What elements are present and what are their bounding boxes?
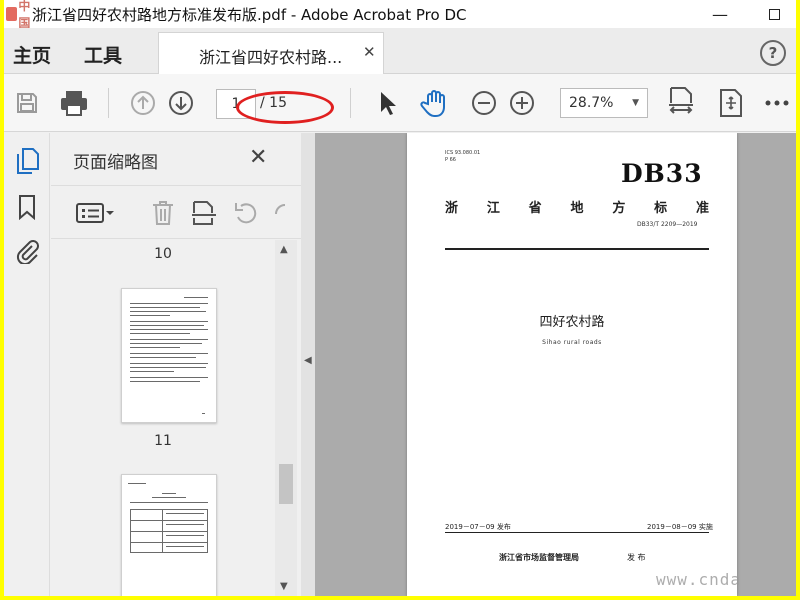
implement-date: 2019－08－09 实施 bbox=[647, 523, 713, 531]
select-pointer-icon[interactable] bbox=[374, 88, 400, 118]
heading-char: 地 bbox=[570, 201, 584, 216]
document-title-english: Sihao rural roads bbox=[542, 339, 602, 346]
db-code: DB33 bbox=[621, 159, 703, 188]
thumbnails-panel: 页面缩略图 ✕ 10 11 ▲ ▼ bbox=[51, 133, 301, 596]
page-thumbnails-icon[interactable] bbox=[14, 147, 40, 175]
scroll-mode-icon[interactable] bbox=[716, 88, 746, 118]
toolbar-separator bbox=[108, 88, 109, 118]
toolbar: 1 / 15 28.7% ▼ bbox=[4, 74, 796, 132]
thumbnail-toolbar bbox=[51, 185, 301, 239]
tab-tools[interactable]: 工具 bbox=[84, 41, 122, 68]
fit-page-icon[interactable] bbox=[666, 87, 696, 118]
document-title: 四好农村路 bbox=[539, 315, 605, 330]
issue-word: 发 布 bbox=[627, 553, 646, 562]
tab-document[interactable]: 浙江省四好农村路... ✕ bbox=[158, 32, 384, 75]
thumbnail-list: 10 11 bbox=[51, 240, 275, 596]
logo-icon bbox=[6, 7, 18, 21]
thumbnail-page-10[interactable] bbox=[121, 288, 217, 423]
thumbnail-options-icon[interactable] bbox=[75, 200, 115, 226]
extract-page-icon[interactable] bbox=[191, 200, 217, 226]
rotate-left-icon[interactable] bbox=[233, 200, 259, 226]
maximize-button[interactable] bbox=[754, 0, 794, 28]
print-icon[interactable] bbox=[56, 88, 92, 118]
window-title: 浙江省四好农村路地方标准发布版.pdf - Adobe Acrobat Pro … bbox=[32, 6, 467, 24]
bookmark-icon[interactable] bbox=[14, 193, 40, 221]
scrollbar-thumb[interactable] bbox=[279, 464, 293, 504]
publish-date: 2019－07－09 发布 bbox=[445, 523, 511, 531]
zoom-level-dropdown[interactable]: 28.7% ▼ bbox=[560, 88, 648, 118]
thumbnail-label: 11 bbox=[154, 433, 172, 449]
heading-char: 准 bbox=[695, 201, 709, 216]
scroll-down-icon[interactable]: ▼ bbox=[280, 581, 288, 592]
rotate-right-icon[interactable] bbox=[273, 200, 287, 226]
more-options-icon[interactable] bbox=[762, 88, 792, 118]
hand-tool-icon[interactable] bbox=[418, 88, 452, 118]
heading-char: 浙 bbox=[445, 201, 459, 216]
attachment-icon[interactable] bbox=[14, 237, 40, 265]
heading-char: 标 bbox=[654, 201, 668, 216]
minimize-button[interactable]: — bbox=[700, 0, 740, 28]
save-icon[interactable] bbox=[12, 88, 42, 118]
standard-heading: 浙 江 省 地 方 标 准 bbox=[445, 197, 709, 216]
tab-row: 主页 工具 浙江省四好农村路... ✕ ? bbox=[4, 28, 796, 75]
scroll-up-icon[interactable]: ▲ bbox=[280, 244, 288, 255]
heading-char: 方 bbox=[612, 201, 626, 216]
next-page-icon[interactable] bbox=[166, 88, 196, 118]
issuer: 浙江省市场监督管理局 bbox=[499, 553, 579, 562]
chevron-down-icon: ▼ bbox=[632, 98, 639, 108]
thumbnail-label: 10 bbox=[154, 246, 172, 262]
navigation-rail bbox=[4, 133, 50, 596]
close-tab-icon[interactable]: ✕ bbox=[363, 43, 376, 61]
toolbar-separator bbox=[350, 88, 351, 118]
tab-home[interactable]: 主页 bbox=[13, 41, 51, 68]
footer-rule bbox=[445, 532, 709, 533]
maximize-icon bbox=[768, 8, 780, 20]
close-panel-icon[interactable]: ✕ bbox=[249, 145, 267, 170]
collapse-arrow-icon[interactable]: ◀ bbox=[304, 355, 312, 366]
header-rule bbox=[445, 248, 709, 250]
delete-page-icon[interactable] bbox=[151, 200, 175, 226]
acrobat-window: 中国 浙江省四好农村路地方标准发布版.pdf - Adobe Acrobat P… bbox=[4, 0, 796, 596]
heading-char: 省 bbox=[528, 201, 542, 216]
ics-code: ICS 93.080.01 bbox=[445, 150, 481, 156]
classification-code: P 66 bbox=[445, 157, 456, 163]
standard-number: DB33/T 2209—2019 bbox=[637, 221, 698, 228]
watermark-text: www.cnda bbox=[656, 570, 742, 589]
title-bar: 中国 浙江省四好农村路地方标准发布版.pdf - Adobe Acrobat P… bbox=[4, 0, 796, 30]
document-tab-label: 浙江省四好农村路... bbox=[199, 48, 343, 67]
help-button[interactable]: ? bbox=[760, 40, 786, 66]
zoom-out-icon[interactable] bbox=[470, 88, 498, 118]
heading-char: 江 bbox=[486, 201, 500, 216]
document-page: ICS 93.080.01 P 66 DB33 浙 江 省 地 方 标 准 DB… bbox=[407, 133, 737, 596]
red-annotation-ellipse bbox=[236, 91, 334, 124]
document-view[interactable]: ICS 93.080.01 P 66 DB33 浙 江 省 地 方 标 准 DB… bbox=[315, 133, 796, 596]
previous-page-icon[interactable] bbox=[128, 88, 158, 118]
thumbnail-page-11[interactable] bbox=[121, 474, 217, 596]
zoom-in-icon[interactable] bbox=[508, 88, 536, 118]
thumbnail-scrollbar[interactable]: ▲ ▼ bbox=[275, 240, 297, 596]
zoom-level-value: 28.7% bbox=[569, 95, 614, 111]
panel-title: 页面缩略图 bbox=[73, 153, 158, 173]
panel-collapse-strip[interactable]: ◀ bbox=[301, 133, 315, 596]
